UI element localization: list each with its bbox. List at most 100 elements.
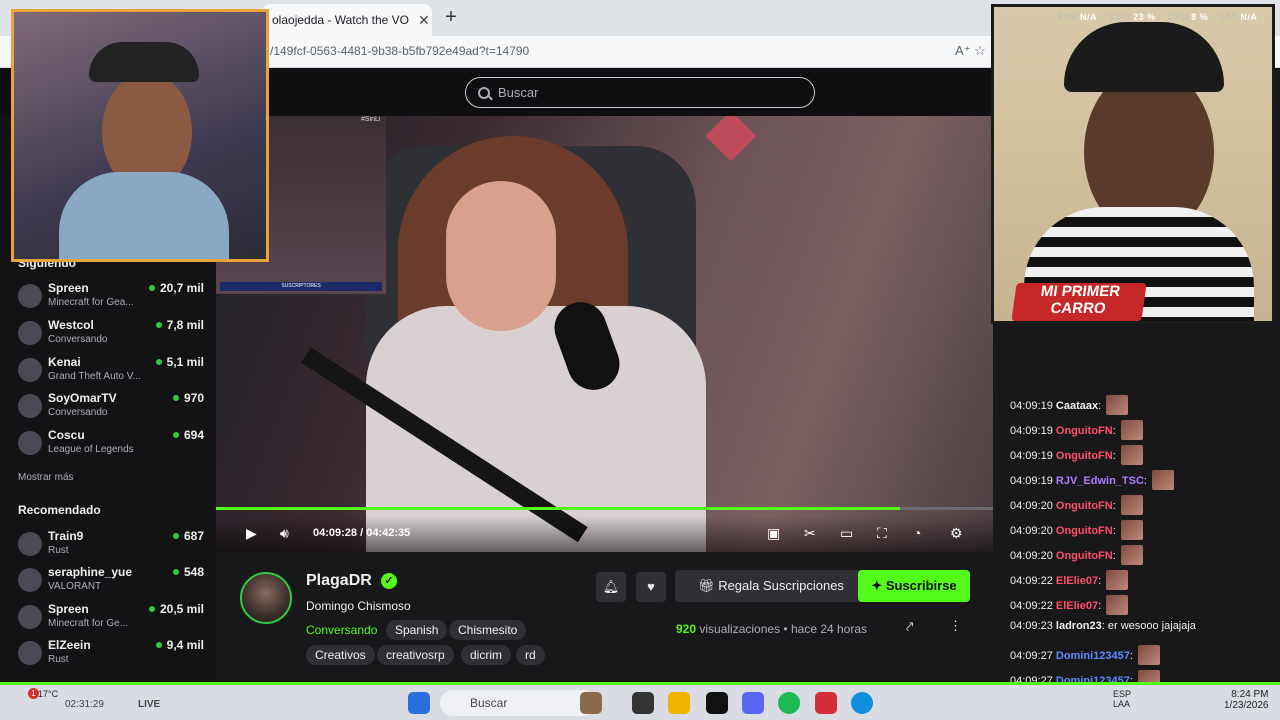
chat-username[interactable]: ElElie07 [1056, 600, 1098, 612]
viewer-count: 20,5 mil [149, 602, 204, 616]
chat-message: 04:09:20 OnguitoFN: [1010, 545, 1143, 565]
chat-username[interactable]: OnguitoFN [1056, 425, 1113, 437]
obs-icon[interactable] [632, 692, 654, 714]
chat-emote-icon [1120, 445, 1143, 465]
channel-category: VALORANT [48, 581, 102, 592]
chat-username[interactable]: Caataax [1056, 400, 1098, 412]
chat-username[interactable]: ElElie07 [1056, 575, 1098, 587]
sidebar-channel-elzeein[interactable]: ElZeein Rust 9,4 mil [18, 637, 206, 673]
live-label: LIVE [138, 699, 161, 710]
new-tab-icon[interactable]: + [440, 6, 462, 28]
chat-username[interactable]: OnguitoFN [1056, 500, 1113, 512]
gift-subs-button[interactable]: 🎁︎ Regala Suscripciones [675, 570, 867, 602]
sidebar-channel-train9[interactable]: Train9 Rust 687 [18, 528, 206, 564]
sidebar-channel-westcol[interactable]: Westcol Conversando 7,8 mil [18, 317, 206, 353]
subscribers-bar: SUSCRIPTORES [220, 282, 382, 291]
red-app-icon[interactable] [815, 692, 837, 714]
lat-label: LAT [1220, 12, 1238, 22]
time-ago: hace 24 horas [790, 622, 868, 636]
progress-bar[interactable] [216, 507, 993, 510]
chat-panel: 04:09:19 Caataax: 04:09:19 OnguitoFN: 04… [993, 322, 1280, 720]
volume-icon[interactable]: 🔊︎ [280, 526, 289, 540]
sidebar-channel-spreen-2[interactable]: Spreen Minecraft for Ge... 20,5 mil [18, 601, 206, 637]
webcam-cap [89, 42, 199, 82]
clip-icon[interactable]: ✂ [804, 526, 816, 540]
more-options-icon[interactable]: ⋮ [949, 618, 962, 634]
streamer-name[interactable]: PlagaDR [306, 572, 372, 590]
tag-spanish[interactable]: Spanish [386, 620, 448, 640]
taskbar-clock[interactable]: 8:24 PM 1/23/2026 [1224, 689, 1269, 711]
chat-emote-icon [1138, 645, 1160, 665]
follow-heart-icon[interactable]: ♥ [636, 572, 666, 602]
close-tab-icon[interactable]: ✕ [418, 12, 430, 29]
webcam-cap [1064, 22, 1224, 92]
channel-category: Grand Theft Auto V... [48, 371, 141, 382]
sidebar-channel-coscu[interactable]: Coscu League of Legends 694 [18, 427, 206, 463]
share-icon[interactable]: ⤤ [906, 619, 913, 635]
chat-username[interactable]: Domini123457 [1056, 650, 1130, 662]
streamer-avatar[interactable] [240, 572, 292, 624]
chat-username[interactable]: OnguitoFN [1056, 450, 1113, 462]
sidebar-channel-soyomartv[interactable]: SoyOmarTV Conversando 970 [18, 390, 206, 426]
channel-category: Conversando [48, 334, 108, 345]
player-controls: ▶ 🔊︎ 04:09:28 / 04:42:35 ▣ ✂ ▭ ⛶ ◔ ⚙ [216, 516, 993, 552]
edge-icon[interactable] [851, 692, 873, 714]
chat-emote-icon [1120, 520, 1143, 540]
tag-creativos[interactable]: Creativos [306, 645, 375, 665]
sidebar-channel-seraphine[interactable]: seraphine_yue VALORANT 548 [18, 564, 206, 600]
sidebar-channel-kenai[interactable]: Kenai Grand Theft Auto V... 5,1 mil [18, 354, 206, 390]
pip-icon[interactable]: ▣ [767, 526, 780, 540]
channel-name: seraphine_yue [48, 565, 133, 579]
chat-username[interactable]: ladron23 [1056, 620, 1102, 632]
taskbar-search[interactable]: Buscar [440, 690, 596, 716]
browser-tab[interactable]: olaojedda - Watch the VOD on ✕ [262, 4, 432, 36]
channel-category: League of Legends [48, 444, 134, 455]
language-indicator[interactable]: ESP LAA [1113, 689, 1131, 709]
channel-name: SoyOmarTV [48, 391, 117, 405]
chat-timestamp: 04:09:19 [1010, 425, 1053, 437]
show-more-link[interactable]: Mostrar más [18, 472, 74, 483]
settings-gear-icon[interactable]: ⚙ [950, 526, 963, 540]
tab-title: olaojedda - Watch the VOD on [272, 13, 410, 27]
file-explorer-icon[interactable] [668, 692, 690, 714]
spotify-icon[interactable] [778, 692, 800, 714]
search-input[interactable]: Buscar [465, 77, 815, 108]
theater-icon[interactable]: ▭ [840, 526, 853, 540]
stream-title: Domingo Chismoso [306, 599, 411, 613]
tag-chismesito[interactable]: Chismesito [449, 620, 527, 640]
subscribe-label: Suscribirse [885, 578, 957, 593]
tag-dicrim[interactable]: dicrim [461, 645, 511, 665]
avatar [18, 394, 42, 418]
notification-badge: 1 [28, 688, 39, 699]
app-icon[interactable] [706, 692, 728, 714]
tag-creativosrp[interactable]: creativosrp [377, 645, 454, 665]
chat-username[interactable]: OnguitoFN [1056, 525, 1113, 537]
chat-timestamp: 04:09:19 [1010, 475, 1053, 487]
windows-start-icon[interactable] [408, 692, 430, 714]
subscribe-button[interactable]: ✦ Suscribirse [858, 570, 970, 602]
mi-primer-carro-badge: MI PRIMER CARRO [1011, 283, 1147, 321]
viewer-count: 694 [173, 428, 204, 442]
chat-username[interactable]: OnguitoFN [1056, 550, 1113, 562]
chat-message: 04:09:22 ElElie07: [1010, 570, 1129, 590]
video-player[interactable]: #SinLi SUSCRIPTORES ▶ 🔊︎ 04:09:28 / 04:4… [216, 116, 993, 552]
viewer-count: 7,8 mil [156, 318, 204, 332]
read-aloud-icon[interactable]: A⁺ ☆ [955, 43, 986, 59]
search-icon [478, 86, 490, 99]
app-thumbnails-icon[interactable] [580, 692, 602, 714]
discord-icon[interactable] [742, 692, 764, 714]
lat-value: N/A [1240, 12, 1258, 22]
url-text[interactable]: /149fcf-0563-4481-9b38-b5fb792e49ad?t=14… [270, 44, 529, 58]
chat-timestamp: 04:09:20 [1010, 550, 1053, 562]
tag-rd[interactable]: rd [516, 645, 545, 665]
chat-emote-icon [1106, 395, 1129, 415]
sidebar-channel-spreen[interactable]: Spreen Minecraft for Gea... 20,7 mil [18, 280, 206, 316]
notification-bell-icon[interactable]: 🔔︎ [596, 572, 626, 602]
chat-username[interactable]: RJV_Edwin_TSC [1056, 475, 1144, 487]
fullscreen-icon[interactable]: ⛶ [877, 526, 887, 540]
play-icon[interactable]: ▶ [246, 526, 257, 540]
badge-line2: CARRO [1049, 300, 1107, 317]
stream-category[interactable]: Conversando [306, 623, 377, 637]
viewer-count: 9,4 mil [156, 638, 204, 652]
speed-icon[interactable]: ◔ [913, 526, 921, 540]
